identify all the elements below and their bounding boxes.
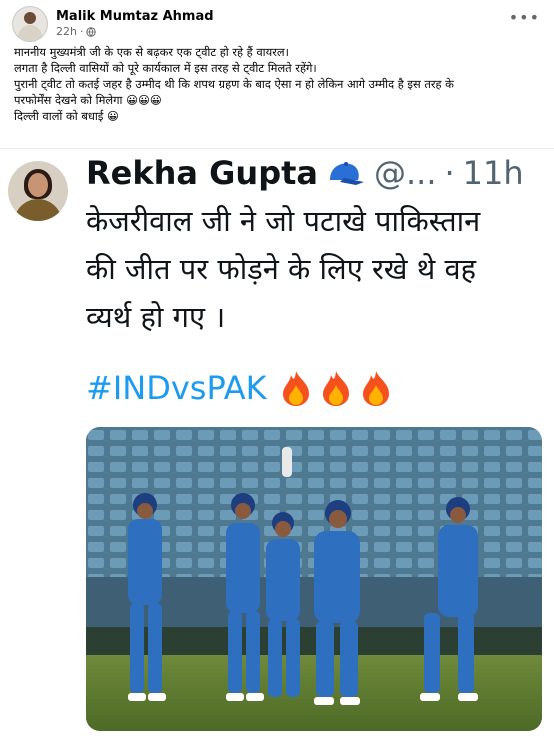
- post-caption: माननीय मुख्यमंत्री जी के एक से बढ़कर एक …: [14, 44, 542, 124]
- tweet-author-name: Rekha Gupta: [86, 154, 318, 192]
- caption-line: माननीय मुख्यमंत्री जी के एक से बढ़कर एक …: [14, 45, 289, 59]
- author-block: Malik Mumtaz Ahmad 22h ·: [56, 9, 214, 39]
- tweet-time: 11h: [462, 154, 524, 192]
- tweet-header: Rekha Gupta @... · 11h: [86, 151, 524, 195]
- author-name[interactable]: Malik Mumtaz Ahmad: [56, 9, 214, 25]
- tweet-handle: @...: [373, 154, 437, 192]
- caption-line: लगता है दिल्ली वासियों को पूरे कार्यकाल …: [14, 61, 317, 75]
- caption-line: परफोर्मेंस देखने को मिलेगा 😀😀😀: [14, 93, 162, 107]
- post-meta: 22h ·: [56, 25, 214, 39]
- tweet-author-avatar: [8, 161, 68, 221]
- photo-illustration: [86, 427, 542, 731]
- tweet-text-line: व्यर्थ हो गए ।: [86, 300, 226, 334]
- tweet-text-line: केजरीवाल जी ने जो पटाखे पाकिस्तान: [86, 204, 481, 238]
- caption-line: दिल्ली वालों को बधाई 😀: [14, 109, 119, 123]
- more-options-icon[interactable]: •••: [509, 8, 540, 27]
- post-header: Malik Mumtaz Ahmad 22h ·: [12, 6, 214, 42]
- fire-emoji-icon: [362, 371, 389, 406]
- cricket-team-photo: [86, 427, 542, 731]
- hashtag-link: #INDvsPAK: [86, 369, 267, 407]
- fire-emoji-icon: [322, 371, 349, 406]
- post-time[interactable]: 22h: [56, 25, 77, 39]
- tweet-screenshot-image[interactable]: Rekha Gupta @... · 11h केजरीवाल जी ने जो…: [0, 148, 554, 738]
- cap-emoji-icon: [329, 162, 364, 185]
- globe-icon: [86, 27, 97, 37]
- tweet-text: केजरीवाल जी ने जो पटाखे पाकिस्तान की जीत…: [86, 197, 548, 341]
- fire-emoji-icon: [282, 371, 309, 406]
- tweet-text-line: की जीत पर फोड़ने के लिए रखे थे वह: [86, 252, 477, 286]
- caption-line: पुरानी ट्वीट तो कतई जहर है उम्मीद थी कि …: [14, 77, 454, 91]
- tweet-separator: ·: [444, 154, 455, 192]
- author-avatar[interactable]: [12, 6, 48, 42]
- tweet-hashtag-row: #INDvsPAK: [86, 369, 393, 407]
